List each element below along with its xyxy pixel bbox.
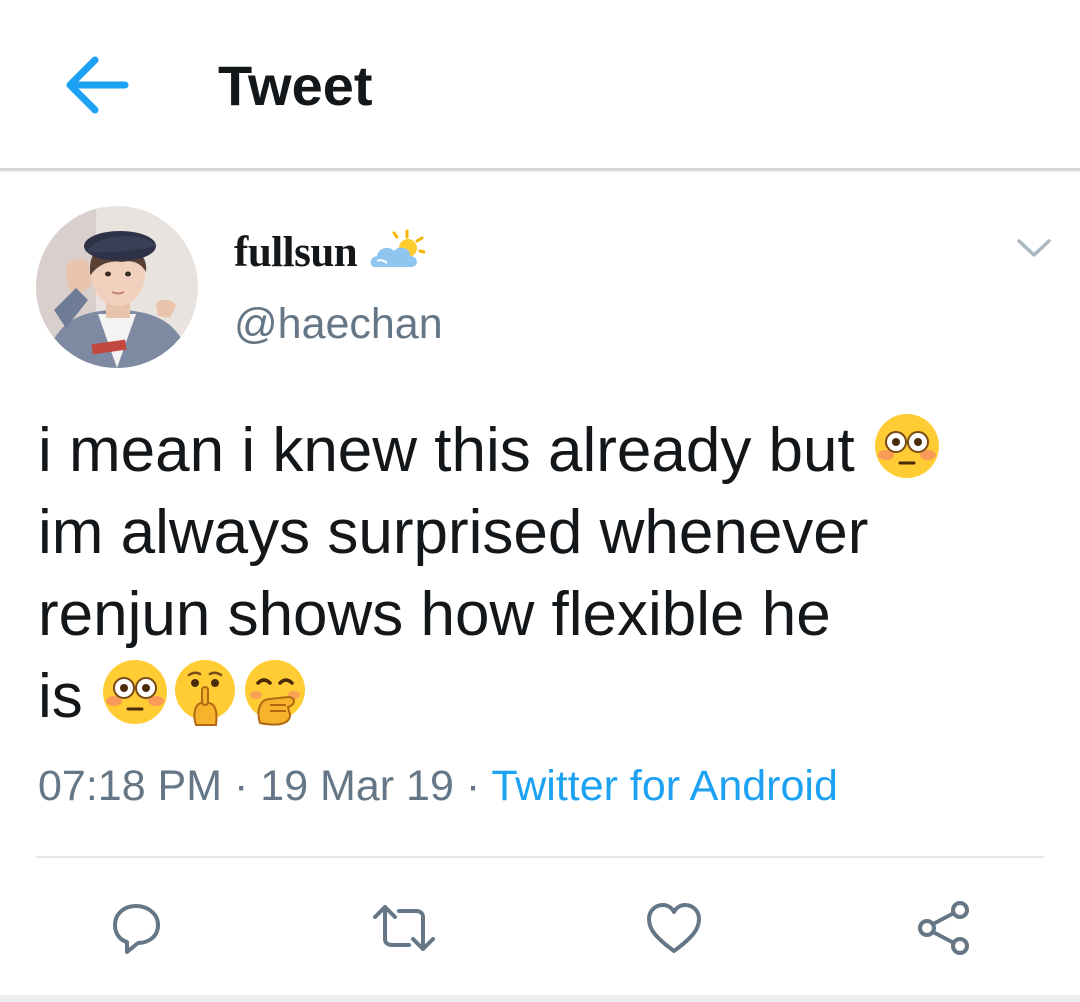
author-name-row[interactable]: fullsun bbox=[234, 222, 426, 282]
more-options-button[interactable] bbox=[1010, 228, 1058, 268]
like-button[interactable] bbox=[634, 888, 714, 968]
tweet-line: im always surprised whenever bbox=[38, 492, 1048, 574]
retweet-icon bbox=[373, 905, 435, 951]
heart-icon bbox=[647, 903, 701, 953]
face-with-hand-over-mouth-emoji bbox=[245, 660, 306, 726]
retweet-button[interactable] bbox=[364, 888, 444, 968]
display-name[interactable]: fullsun bbox=[234, 228, 358, 277]
tweet-source-link[interactable]: Twitter for Android bbox=[491, 762, 838, 810]
chevron-down-icon bbox=[1017, 239, 1051, 257]
author-handle[interactable]: @haechan bbox=[234, 300, 443, 349]
reply-icon bbox=[113, 904, 160, 954]
app-header: Tweet bbox=[0, 0, 1080, 171]
meta-separator: · bbox=[222, 762, 261, 810]
sun-behind-cloud-emoji bbox=[370, 229, 426, 267]
page-title: Tweet bbox=[218, 54, 373, 117]
tweet-line-text: renjun shows how flexible he bbox=[38, 580, 831, 649]
flushed-face-emoji bbox=[103, 660, 168, 724]
reply-button[interactable] bbox=[96, 888, 176, 968]
tweet-line-text: im always surprised whenever bbox=[38, 498, 869, 567]
share-button[interactable] bbox=[904, 888, 984, 968]
tweet-time: 07:18 PM bbox=[38, 762, 223, 810]
flushed-face-emoji bbox=[874, 414, 939, 478]
tweet-line-text: i mean i knew this already but bbox=[38, 416, 855, 485]
share-icon bbox=[918, 901, 969, 955]
arrow-left-icon bbox=[66, 56, 129, 114]
meta-separator: · bbox=[453, 762, 492, 810]
back-button[interactable] bbox=[58, 50, 134, 120]
tweet-line: is bbox=[38, 656, 1048, 738]
tweet-line: i mean i knew this already but bbox=[38, 410, 1048, 492]
action-bar bbox=[0, 888, 1080, 968]
bottom-border bbox=[0, 995, 1080, 1002]
shushing-face-emoji bbox=[175, 660, 236, 726]
tweet-date: 19 Mar 19 bbox=[260, 762, 454, 810]
tweet-line-text: is bbox=[38, 662, 83, 731]
tweet-text: i mean i knew this already but im always… bbox=[38, 410, 1048, 738]
tweet-meta: 07:18 PM · 19 Mar 19 · Twitter for Andro… bbox=[38, 762, 838, 811]
divider bbox=[36, 856, 1044, 858]
profile-photo bbox=[36, 206, 198, 368]
tweet-line: renjun shows how flexible he bbox=[38, 574, 1048, 656]
avatar[interactable] bbox=[36, 206, 198, 368]
